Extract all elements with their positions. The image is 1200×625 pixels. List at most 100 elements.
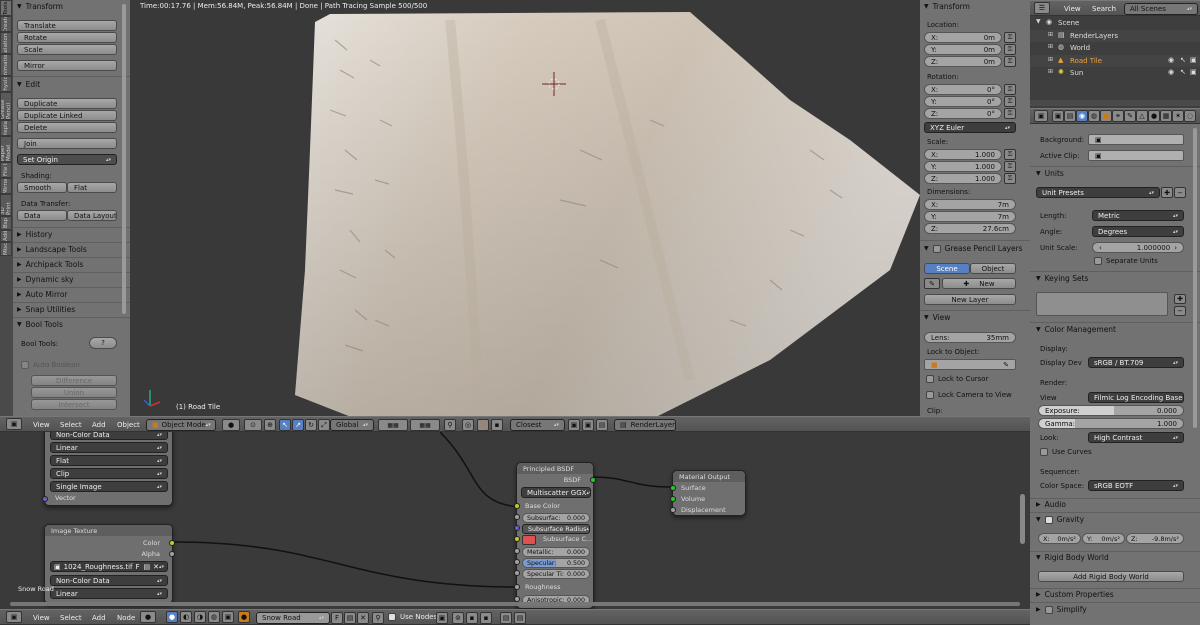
fake-user-button[interactable]: F [331, 612, 343, 624]
lock-icon[interactable]: ⚿ [1004, 96, 1016, 107]
background-field[interactable]: ▣ [1088, 134, 1184, 145]
use-curves-checkbox[interactable]: Use Curves [1040, 448, 1092, 456]
object-tab-icon[interactable]: ■ [1100, 110, 1112, 122]
node-option-dropdown[interactable]: Non-Color Data [50, 575, 168, 586]
eye-icon[interactable]: ◉ [1168, 68, 1174, 76]
node-option-dropdown[interactable]: Flat [50, 455, 168, 466]
rotation-x-field[interactable]: X: 0° [924, 84, 1002, 95]
render-icon[interactable]: ▣ [1190, 68, 1197, 76]
view-menu[interactable]: View [33, 421, 50, 429]
opengl-render-icon[interactable]: ▣ [582, 419, 594, 431]
join-button[interactable]: Join [17, 138, 117, 149]
alpha-output-socket[interactable] [169, 551, 175, 557]
node-option-dropdown[interactable]: Non-Color Data [50, 432, 168, 440]
shader-type-icon[interactable]: ● [140, 611, 156, 623]
tool-tab[interactable]: Grease Pencil [0, 92, 12, 120]
base-color-socket[interactable] [514, 503, 520, 509]
scale-z-field[interactable]: Z: 1.000 [924, 173, 1002, 184]
checkbox-icon[interactable] [926, 375, 934, 383]
subsurface-radius-dropdown[interactable]: Subsurface Radius [522, 524, 590, 534]
specular-socket[interactable] [514, 559, 520, 565]
subsurface-socket[interactable] [514, 514, 520, 520]
layers-icon[interactable]: ▦▦ [410, 419, 440, 431]
scene-tab-icon[interactable]: ◉ [1076, 110, 1088, 122]
copy-icon[interactable]: ▤ [500, 612, 512, 624]
pencil-icon[interactable]: ✎ [924, 278, 940, 289]
material-tab-icon[interactable]: ● [1148, 110, 1160, 122]
remove-preset-icon[interactable]: − [1174, 187, 1186, 198]
lock-icon[interactable]: ⚿ [1004, 173, 1016, 184]
look-dropdown[interactable]: High Contrast [1088, 432, 1184, 443]
expand-triangle-icon[interactable]: ⊞ [1048, 43, 1053, 50]
dynamic-sky-panel-header[interactable]: ▶ Dynamic sky [17, 275, 74, 284]
checkbox-icon[interactable] [1044, 515, 1053, 524]
expand-triangle-icon[interactable]: ⊞ [1048, 68, 1053, 75]
lock-icon[interactable]: ⚿ [1004, 149, 1016, 160]
object-menu[interactable]: Object [117, 421, 140, 429]
location-x-field[interactable]: X: 0m [924, 32, 1002, 43]
gravity-z-field[interactable]: Z: -9.8m/s² [1126, 533, 1184, 544]
open-folder-icon[interactable]: ▤ [143, 563, 150, 571]
rotation-y-field[interactable]: Y: 0° [924, 96, 1002, 107]
simplify-panel-header[interactable]: ▶ Simplify [1036, 605, 1087, 614]
scale-y-field[interactable]: Y: 1.000 [924, 161, 1002, 172]
search-menu[interactable]: Search [1092, 5, 1116, 13]
duplicate-button[interactable]: Duplicate [17, 98, 117, 109]
physics-tab-icon[interactable]: ◌ [1184, 110, 1196, 122]
tool-tab[interactable]: Physics [0, 76, 12, 92]
expand-triangle-icon[interactable]: ⊞ [1048, 56, 1053, 63]
object-shader-icon[interactable]: ● [166, 611, 178, 623]
snap-element-icon[interactable]: ▪ [466, 612, 478, 624]
layers-icon[interactable]: ▦▦ [378, 419, 408, 431]
specular-field[interactable]: Specular: 0.500 [522, 558, 590, 568]
units-panel-header[interactable]: ▼ Units [1036, 169, 1064, 178]
world-shader-icon[interactable]: ◐ [180, 611, 192, 623]
subsurface-color-socket[interactable] [514, 536, 520, 542]
transform-panel-header[interactable]: ▼ Transform [17, 2, 63, 11]
location-z-field[interactable]: Z: 0m [924, 56, 1002, 67]
outliner-item[interactable]: ⊞ ✺ Sun ◉ ↖ ▣ [1030, 67, 1200, 79]
expand-triangle-icon[interactable]: ⊞ [1048, 31, 1053, 38]
specular-tint-field[interactable]: Specular Ti: 0.000 [522, 569, 590, 579]
distribution-dropdown[interactable]: Multiscatter GGX [521, 487, 591, 498]
use-nodes-checkbox[interactable]: ✓ Use Nodes [388, 613, 437, 622]
smooth-button[interactable]: Smooth [17, 182, 67, 193]
select-menu[interactable]: Select [60, 614, 82, 622]
snap-icon[interactable]: ⊚ [477, 419, 489, 431]
add-keying-icon[interactable]: ✚ [1174, 294, 1186, 304]
lens-field[interactable]: Lens: 35mm [924, 332, 1016, 343]
metallic-socket[interactable] [514, 548, 520, 554]
gamma-field[interactable]: Gamma: 1.000 [1038, 418, 1184, 429]
new-grease-button[interactable]: ✚ New [942, 278, 1016, 289]
tool-tab[interactable]: Paper Model [0, 136, 12, 162]
expand-triangle-icon[interactable]: ▼ [1036, 18, 1041, 25]
layers-lock-icon[interactable]: ⚲ [444, 419, 456, 431]
unit-presets-dropdown[interactable]: Unit Presets [1036, 187, 1160, 198]
view-menu[interactable]: View [33, 614, 50, 622]
node-editor[interactable]: Non-Color Data Linear Flat Clip Single Image… [0, 432, 1030, 609]
select-menu[interactable]: Select [60, 421, 82, 429]
tool-tab[interactable]: File I [0, 162, 12, 178]
render-layers-tab-icon[interactable]: ▤ [1064, 110, 1076, 122]
rotate-button[interactable]: Rotate [17, 32, 117, 43]
tool-shelf-scrollbar[interactable] [122, 4, 126, 314]
tool-tab[interactable]: Mirror [0, 178, 12, 194]
new-layer-button[interactable]: New Layer [924, 294, 1016, 305]
eye-icon[interactable]: ◉ [1168, 56, 1174, 64]
set-origin-dropdown[interactable]: Set Origin [17, 154, 117, 165]
dimension-z-field[interactable]: Z: 27.6cm [924, 223, 1016, 234]
active-clip-field[interactable]: ▣ [1088, 150, 1184, 161]
lock-cursor-checkbox[interactable]: Lock to Cursor [926, 375, 988, 383]
lock-icon[interactable]: ⚿ [1004, 32, 1016, 43]
gravity-panel-header[interactable]: ▼ Gravity [1036, 515, 1084, 524]
material-slot-icon[interactable]: ▣ [222, 611, 234, 623]
lock-icon[interactable]: ⚿ [1004, 108, 1016, 119]
checkbox-icon[interactable] [1040, 448, 1048, 456]
flat-button[interactable]: Flat [67, 182, 117, 193]
display-device-dropdown[interactable]: sRGB / BT.709 [1088, 357, 1184, 368]
transform-panel-header[interactable]: ▼ Transform [924, 2, 970, 11]
snap-element-icon[interactable]: ▪ [491, 419, 503, 431]
copy-icon[interactable]: ▤ [344, 612, 356, 624]
audio-panel-header[interactable]: ▶ Audio [1036, 500, 1066, 509]
checkbox-icon[interactable] [932, 244, 941, 253]
